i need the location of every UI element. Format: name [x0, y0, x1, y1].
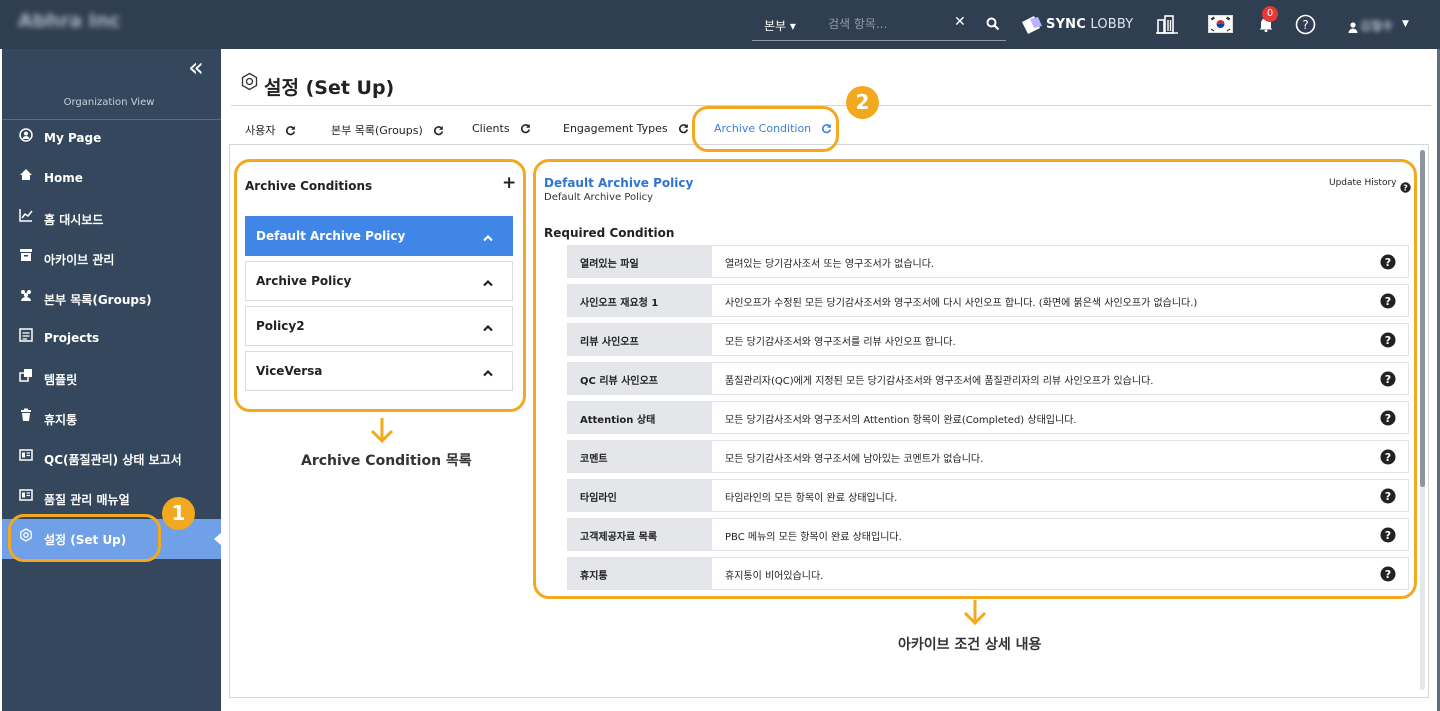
- tab-users[interactable]: 사용자: [245, 122, 296, 139]
- tab-label: 본부 목록(Groups): [331, 124, 423, 137]
- users-icon: [19, 287, 33, 301]
- sidebar: « Organization View My Page Home 홈 대시보드 …: [2, 49, 222, 711]
- search-input[interactable]: [828, 13, 943, 35]
- sidebar-item-templates[interactable]: 템플릿: [2, 359, 221, 399]
- annotation-detail-label: 아카이브 조건 상세 내용: [898, 637, 1042, 653]
- highlight-archive-list: [234, 159, 526, 412]
- highlight-condition-details: [533, 159, 1417, 599]
- sidebar-item-qc-report[interactable]: QC(품질관리) 상태 보고서: [2, 439, 221, 479]
- sidebar-item-label: My Page: [44, 131, 102, 145]
- search-underline: [752, 40, 1006, 41]
- sync-lobby-bold: SYNC: [1046, 17, 1086, 32]
- svg-text:?: ?: [1302, 18, 1308, 32]
- tab-engagement-types[interactable]: Engagement Types: [563, 122, 689, 137]
- arrow-down-icon: [368, 418, 396, 448]
- sidebar-item-my-page[interactable]: My Page: [2, 119, 221, 159]
- sidebar-item-label: 홈 대시보드: [44, 213, 104, 227]
- sidebar-item-label: Projects: [44, 331, 100, 345]
- user-circle-icon: [19, 127, 33, 142]
- annotation-list-label: Archive Condition 목록: [301, 453, 472, 469]
- arrow-down-icon: [961, 600, 989, 630]
- sidebar-item-label: 템플릿: [44, 373, 78, 387]
- help-icon[interactable]: ?: [1295, 14, 1316, 39]
- highlight-setup-menu: [8, 514, 161, 562]
- sidebar-item-label: 휴지통: [44, 413, 78, 427]
- active-indicator-caret: [214, 532, 222, 546]
- tab-label: Engagement Types: [563, 122, 668, 135]
- sync-lobby-light: LOBBY: [1090, 17, 1134, 32]
- clear-search-icon[interactable]: ✕: [954, 14, 966, 30]
- sidebar-item-projects[interactable]: Projects: [2, 319, 221, 359]
- tab-label: Clients: [472, 122, 510, 135]
- notification-count-badge: 0: [1262, 6, 1278, 22]
- report-icon: [19, 447, 33, 461]
- sidebar-item-label: 아카이브 관리: [44, 253, 115, 267]
- sidebar-item-home[interactable]: Home: [2, 159, 221, 199]
- organization-view-label: Organization View: [63, 97, 155, 108]
- sidebar-item-label: 품질 관리 매뉴얼: [44, 493, 130, 507]
- sidebar-item-groups[interactable]: 본부 목록(Groups): [2, 279, 221, 319]
- collapse-sidebar-icon[interactable]: «: [188, 55, 204, 81]
- home-icon: [19, 167, 33, 181]
- scope-dropdown[interactable]: 본부 ▾: [764, 17, 796, 34]
- sync-lobby-logo-icon[interactable]: [1020, 14, 1044, 40]
- sidebar-item-archive[interactable]: 아카이브 관리: [2, 239, 221, 279]
- page-title-icon: [240, 72, 259, 95]
- tab-groups[interactable]: 본부 목록(Groups): [331, 122, 444, 139]
- line-chart-icon: [19, 207, 33, 222]
- user-avatar-icon[interactable]: [1348, 18, 1358, 37]
- user-name[interactable]: 김철수: [1360, 17, 1393, 34]
- step-badge-1: 1: [162, 497, 195, 530]
- user-menu-caret-icon[interactable]: ▼: [1402, 19, 1409, 29]
- tab-label: 사용자: [245, 124, 276, 137]
- tab-clients[interactable]: Clients: [472, 122, 531, 137]
- sidebar-item-label: QC(품질관리) 상태 보고서: [44, 453, 182, 467]
- sidebar-item-dashboard[interactable]: 홈 대시보드: [2, 199, 221, 239]
- trash-icon: [19, 407, 33, 421]
- step-badge-2: 2: [846, 86, 879, 119]
- sidebar-item-label: Home: [44, 171, 83, 185]
- title-divider: [231, 105, 1431, 106]
- refresh-icon[interactable]: [285, 125, 296, 139]
- page-title: 설정 (Set Up): [264, 77, 395, 99]
- content-scrollbar-thumb[interactable]: [1420, 150, 1425, 487]
- refresh-icon[interactable]: [678, 123, 689, 137]
- org-brand-name: Abhra Inc: [18, 10, 121, 32]
- highlight-archive-tab: [692, 106, 839, 152]
- search-icon[interactable]: [986, 16, 1000, 35]
- sidebar-item-trash[interactable]: 휴지통: [2, 399, 221, 439]
- sync-lobby-link[interactable]: SYNC LOBBY: [1046, 17, 1133, 32]
- sidebar-item-label: 본부 목록(Groups): [44, 293, 152, 307]
- building-icon[interactable]: [1156, 14, 1178, 38]
- manual-icon: [19, 487, 33, 501]
- korea-flag-icon[interactable]: [1208, 15, 1233, 33]
- top-bar: Abhra Inc 본부 ▾ ✕ SYNC LOBBY 0 ? 김철수 ▼: [0, 0, 1440, 49]
- projects-icon: [19, 327, 33, 342]
- archive-box-icon: [19, 247, 33, 261]
- refresh-icon[interactable]: [520, 123, 531, 137]
- refresh-icon[interactable]: [433, 125, 444, 139]
- template-icon: [19, 367, 33, 382]
